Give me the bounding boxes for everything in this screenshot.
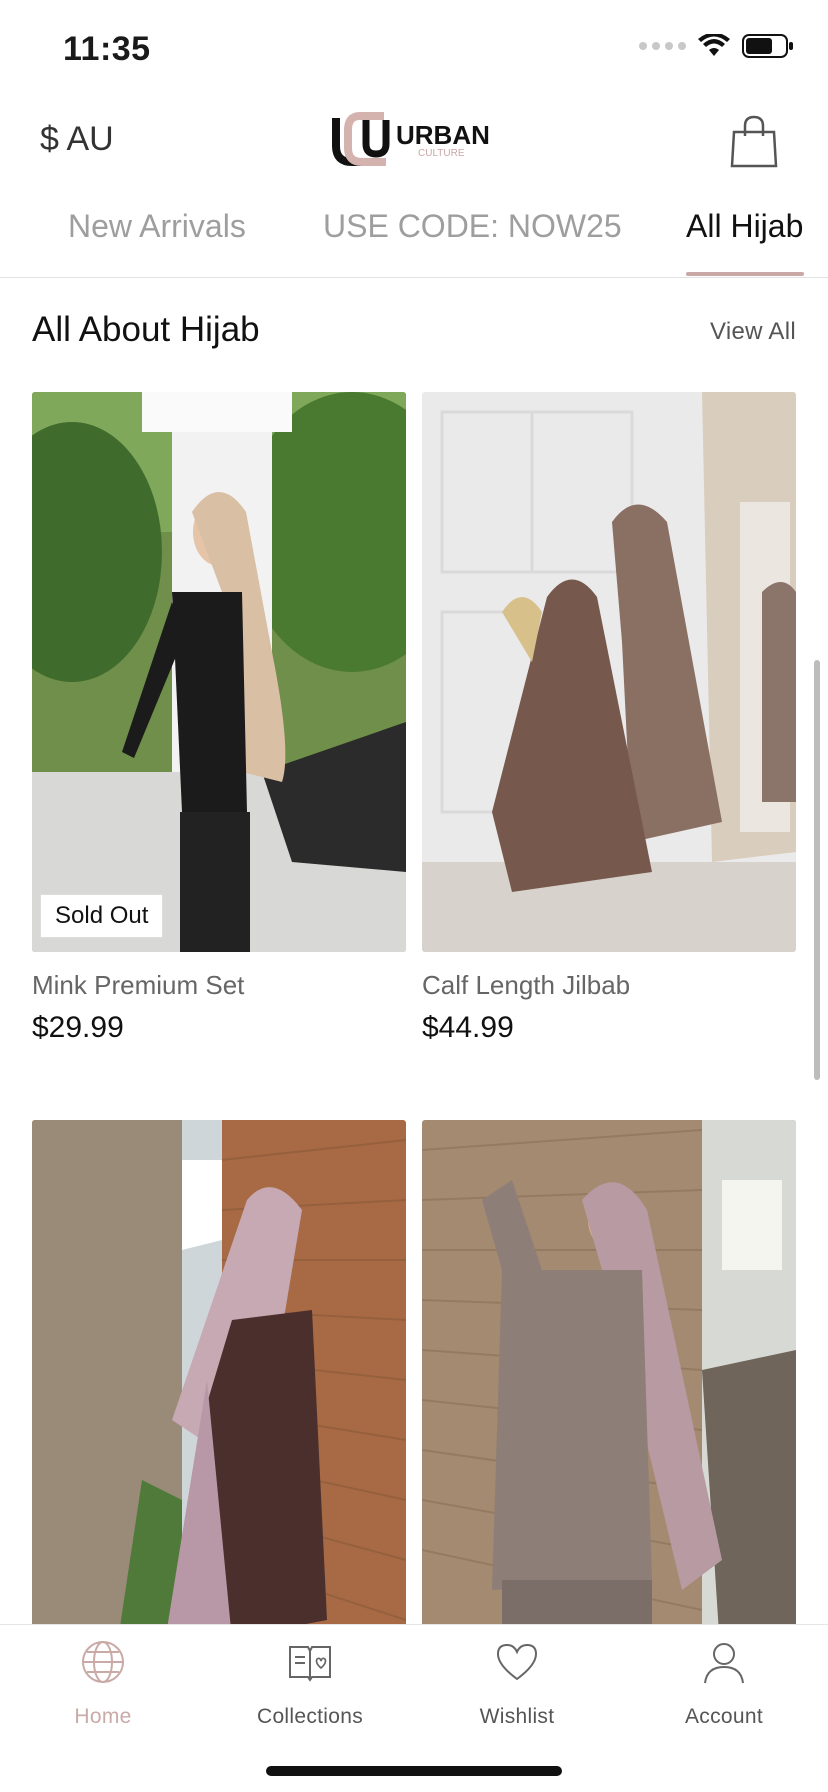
product-card[interactable]: [32, 1120, 406, 1698]
shopping-bag-icon[interactable]: [730, 114, 778, 168]
section-title: All About Hijab: [32, 310, 260, 349]
currency-selector[interactable]: $ AU: [40, 120, 114, 159]
view-all-link[interactable]: View All: [710, 318, 796, 346]
product-price: $44.99: [422, 1011, 514, 1044]
logo-text: URBAN: [396, 120, 490, 150]
home-indicator[interactable]: [266, 1766, 562, 1776]
nav-label: Collections: [256, 1705, 363, 1728]
sold-out-badge: Sold Out: [40, 894, 164, 938]
product-image[interactable]: [32, 1120, 406, 1680]
battery-icon: [742, 34, 793, 58]
tab-all-hijab[interactable]: All Hijab: [686, 208, 803, 245]
nav-label: Home: [74, 1705, 132, 1728]
signal-icon: [639, 42, 686, 50]
product-card[interactable]: [422, 1120, 796, 1680]
nav-label: Account: [685, 1705, 763, 1728]
book-icon: [289, 1646, 331, 1682]
heart-icon: [496, 1643, 538, 1681]
product-name[interactable]: Mink Premium Set: [32, 970, 406, 1001]
nav-collections[interactable]: Collections: [230, 1639, 390, 1729]
product-name[interactable]: Calf Length Jilbab: [422, 970, 796, 1001]
active-tab-indicator: [686, 272, 804, 276]
product-card[interactable]: Sold Out Mink Premium Set $29.99: [32, 392, 406, 1045]
tab-promo-code[interactable]: USE CODE: NOW25: [323, 208, 622, 245]
status-icons: [639, 34, 794, 58]
product-card[interactable]: Calf Length Jilbab $44.99: [422, 392, 796, 1045]
tab-new-arrivals[interactable]: New Arrivals: [68, 208, 246, 245]
nav-home[interactable]: Home: [23, 1639, 183, 1729]
product-image[interactable]: Sold Out: [32, 392, 406, 952]
scroll-indicator[interactable]: [814, 660, 820, 1080]
product-price: $29.99: [32, 1011, 124, 1044]
globe-icon: [82, 1641, 124, 1683]
wifi-icon: [698, 34, 730, 56]
nav-label: Wishlist: [479, 1705, 555, 1728]
nav-wishlist[interactable]: Wishlist: [437, 1639, 597, 1729]
category-tabs: New Arrivals USE CODE: NOW25 All Hijab: [0, 196, 828, 278]
status-bar: 11:35: [0, 0, 828, 100]
nav-account[interactable]: Account: [644, 1639, 804, 1729]
status-time: 11:35: [63, 30, 151, 68]
user-icon: [704, 1643, 744, 1684]
logo-subtext: CULTURE: [418, 148, 465, 159]
app-header: $ AU URBAN CULTURE: [0, 100, 828, 180]
product-image[interactable]: [422, 1120, 796, 1680]
product-image[interactable]: [422, 392, 796, 952]
brand-logo[interactable]: URBAN CULTURE: [326, 108, 500, 172]
